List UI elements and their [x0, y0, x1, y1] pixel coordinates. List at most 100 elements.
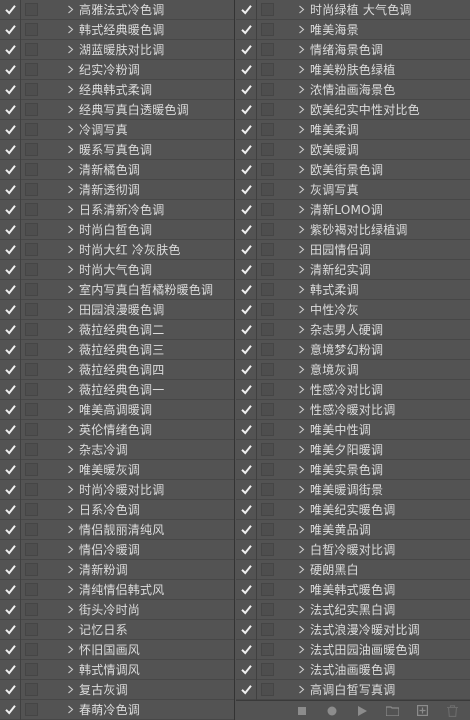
toggle-item-checkbox[interactable]: [0, 280, 20, 300]
expand-chevron-icon[interactable]: [292, 165, 310, 174]
expand-chevron-icon[interactable]: [61, 265, 79, 274]
toggle-item-checkbox[interactable]: [0, 700, 20, 720]
action-row[interactable]: 冷调写真: [0, 119, 234, 140]
stop-button[interactable]: [290, 703, 314, 719]
action-row[interactable]: 日系清新冷色调: [0, 199, 234, 220]
action-row[interactable]: 唯美夕阳暖调: [236, 439, 470, 460]
toggle-item-checkbox[interactable]: [0, 540, 20, 560]
action-row[interactable]: 清新透彻调: [0, 179, 234, 200]
expand-chevron-icon[interactable]: [61, 525, 79, 534]
toggle-item-checkbox[interactable]: [0, 320, 20, 340]
toggle-item-checkbox[interactable]: [236, 220, 256, 240]
toggle-item-checkbox[interactable]: [0, 240, 20, 260]
dialog-toggle-box[interactable]: [261, 563, 274, 576]
dialog-toggle-box[interactable]: [25, 563, 38, 576]
action-row[interactable]: 薇拉经典色调一: [0, 379, 234, 400]
toggle-item-checkbox[interactable]: [0, 500, 20, 520]
action-row[interactable]: 唯美暖调街景: [236, 479, 470, 500]
dialog-toggle-box[interactable]: [25, 483, 38, 496]
expand-chevron-icon[interactable]: [61, 565, 79, 574]
dialog-toggle-box[interactable]: [25, 383, 38, 396]
action-row[interactable]: 韩式柔调: [236, 279, 470, 300]
action-row[interactable]: 复古灰调: [0, 679, 234, 700]
toggle-item-checkbox[interactable]: [0, 380, 20, 400]
toggle-item-checkbox[interactable]: [0, 60, 20, 80]
action-row[interactable]: 欧美纪实中性对比色: [236, 99, 470, 120]
toggle-item-checkbox[interactable]: [0, 80, 20, 100]
expand-chevron-icon[interactable]: [61, 85, 79, 94]
action-row[interactable]: 情侣靓丽清纯风: [0, 519, 234, 540]
expand-chevron-icon[interactable]: [292, 685, 310, 694]
toggle-item-checkbox[interactable]: [236, 40, 256, 60]
toggle-item-checkbox[interactable]: [0, 40, 20, 60]
toggle-item-checkbox[interactable]: [236, 480, 256, 500]
dialog-toggle-box[interactable]: [261, 123, 274, 136]
expand-chevron-icon[interactable]: [61, 625, 79, 634]
dialog-toggle-box[interactable]: [261, 583, 274, 596]
expand-chevron-icon[interactable]: [61, 485, 79, 494]
action-row[interactable]: 意境梦幻粉调: [236, 339, 470, 360]
toggle-item-checkbox[interactable]: [236, 600, 256, 620]
dialog-toggle-box[interactable]: [25, 83, 38, 96]
dialog-toggle-box[interactable]: [25, 463, 38, 476]
action-row[interactable]: 意境灰调: [236, 359, 470, 380]
action-row[interactable]: 唯美纪实暖色调: [236, 499, 470, 520]
toggle-item-checkbox[interactable]: [236, 500, 256, 520]
expand-chevron-icon[interactable]: [61, 165, 79, 174]
dialog-toggle-box[interactable]: [25, 503, 38, 516]
action-row[interactable]: 唯美柔调: [236, 119, 470, 140]
dialog-toggle-box[interactable]: [261, 383, 274, 396]
action-row[interactable]: 白皙冷暖对比调: [236, 539, 470, 560]
action-row[interactable]: 时尚大气色调: [0, 259, 234, 280]
action-row[interactable]: 欧美暖调: [236, 139, 470, 160]
toggle-item-checkbox[interactable]: [236, 280, 256, 300]
action-row[interactable]: 田园浪漫暖色调: [0, 299, 234, 320]
record-button[interactable]: [320, 703, 344, 719]
dialog-toggle-box[interactable]: [261, 323, 274, 336]
dialog-toggle-box[interactable]: [25, 283, 38, 296]
expand-chevron-icon[interactable]: [61, 25, 79, 34]
dialog-toggle-box[interactable]: [25, 303, 38, 316]
expand-chevron-icon[interactable]: [292, 325, 310, 334]
dialog-toggle-box[interactable]: [261, 303, 274, 316]
action-row[interactable]: 浓情油画海景色: [236, 79, 470, 100]
expand-chevron-icon[interactable]: [61, 645, 79, 654]
expand-chevron-icon[interactable]: [61, 405, 79, 414]
expand-chevron-icon[interactable]: [292, 125, 310, 134]
dialog-toggle-box[interactable]: [261, 643, 274, 656]
toggle-item-checkbox[interactable]: [236, 80, 256, 100]
toggle-item-checkbox[interactable]: [0, 440, 20, 460]
toggle-item-checkbox[interactable]: [0, 260, 20, 280]
expand-chevron-icon[interactable]: [61, 585, 79, 594]
action-row[interactable]: 清纯情侣韩式风: [0, 579, 234, 600]
toggle-item-checkbox[interactable]: [236, 60, 256, 80]
toggle-item-checkbox[interactable]: [236, 460, 256, 480]
toggle-item-checkbox[interactable]: [0, 580, 20, 600]
action-row[interactable]: 清新纪实调: [236, 259, 470, 280]
expand-chevron-icon[interactable]: [292, 625, 310, 634]
dialog-toggle-box[interactable]: [25, 163, 38, 176]
expand-chevron-icon[interactable]: [61, 125, 79, 134]
expand-chevron-icon[interactable]: [292, 305, 310, 314]
toggle-item-checkbox[interactable]: [236, 160, 256, 180]
expand-chevron-icon[interactable]: [292, 405, 310, 414]
dialog-toggle-box[interactable]: [25, 543, 38, 556]
action-row[interactable]: 韩式经典暖色调: [0, 19, 234, 40]
toggle-item-checkbox[interactable]: [0, 120, 20, 140]
dialog-toggle-box[interactable]: [261, 503, 274, 516]
toggle-item-checkbox[interactable]: [236, 360, 256, 380]
toggle-item-checkbox[interactable]: [236, 340, 256, 360]
expand-chevron-icon[interactable]: [61, 605, 79, 614]
dialog-toggle-box[interactable]: [25, 23, 38, 36]
expand-chevron-icon[interactable]: [292, 425, 310, 434]
action-row[interactable]: 日系冷色调: [0, 499, 234, 520]
toggle-item-checkbox[interactable]: [0, 660, 20, 680]
action-row[interactable]: 高雅法式冷色调: [0, 0, 234, 20]
toggle-item-checkbox[interactable]: [236, 260, 256, 280]
new-action-button[interactable]: [410, 703, 434, 719]
toggle-item-checkbox[interactable]: [236, 20, 256, 40]
toggle-item-checkbox[interactable]: [236, 680, 256, 700]
dialog-toggle-box[interactable]: [25, 43, 38, 56]
toggle-item-checkbox[interactable]: [0, 680, 20, 700]
action-row[interactable]: 紫砂褐对比绿植调: [236, 219, 470, 240]
